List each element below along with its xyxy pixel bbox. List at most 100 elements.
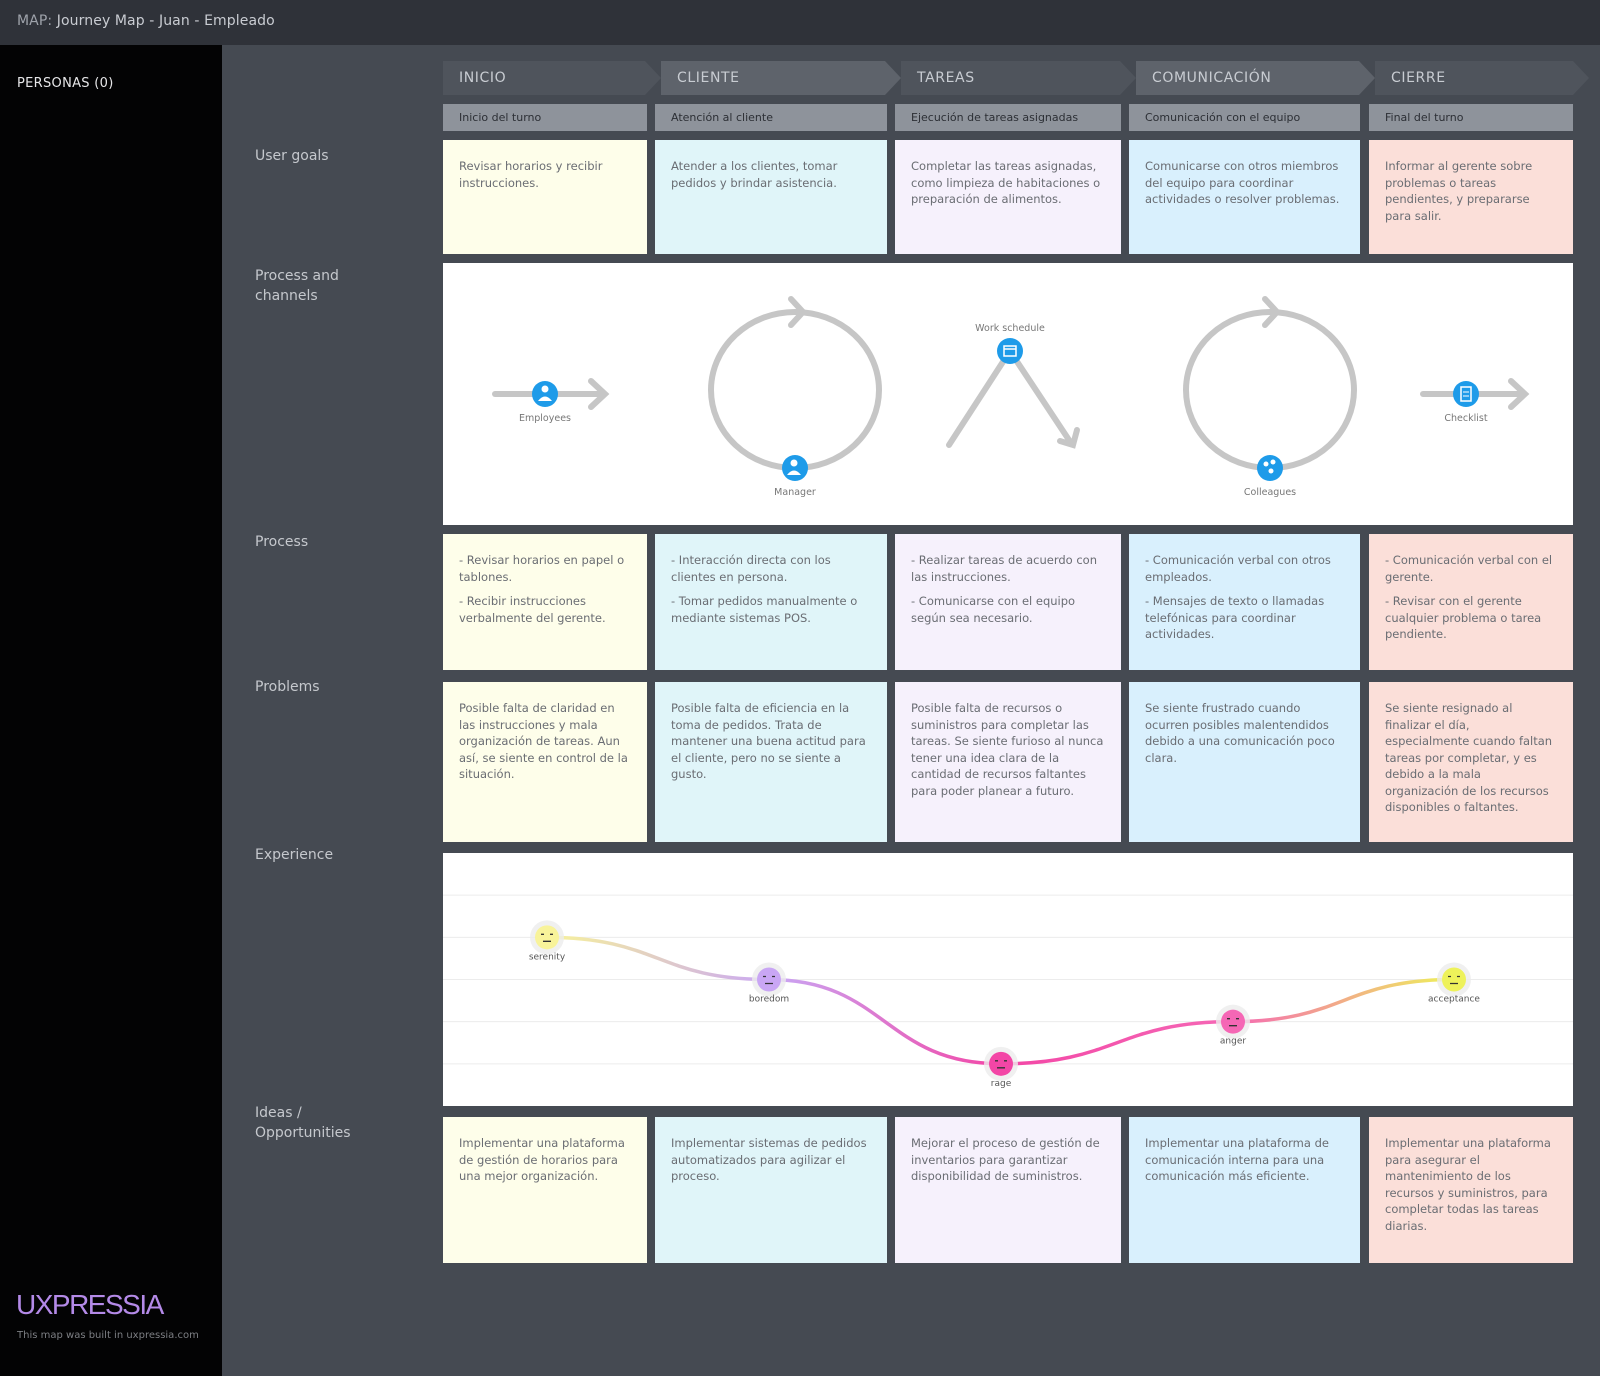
uxpressia-logo[interactable]: UXPRESSIA	[16, 1289, 164, 1321]
problem-card[interactable]: Posible falta de recursos o suministros …	[895, 682, 1121, 842]
stage-chevron	[1573, 61, 1589, 95]
row-label-line: Process and	[255, 268, 339, 284]
colleagues-icon	[1257, 455, 1283, 481]
journey-map-canvas: User goals Process and channels Process …	[222, 45, 1600, 1376]
user-goal-card[interactable]: Revisar horarios y recibir instrucciones…	[443, 140, 647, 254]
process-item: - Comunicarse con el equipo según sea ne…	[911, 594, 1076, 625]
process-item: - Interacción directa con los clientes e…	[671, 553, 831, 584]
row-label-line: channels	[255, 288, 318, 304]
acceptance-face-icon	[1442, 967, 1466, 992]
rage-face-icon	[989, 1051, 1013, 1076]
channel-path	[946, 345, 1074, 448]
calendar-icon	[997, 338, 1023, 364]
emotion-point-serenity[interactable]: serenity	[529, 920, 566, 962]
channel-node-employees[interactable]: Employees	[519, 381, 571, 424]
emotion-point-boredom[interactable]: boredom	[749, 962, 789, 1005]
channel-loop	[1183, 309, 1357, 471]
process-item: - Tomar pedidos manualmente o mediante s…	[671, 594, 858, 625]
emotion-point-rage[interactable]: rage	[984, 1046, 1018, 1089]
emotion-label: serenity	[529, 952, 566, 962]
serenity-face-icon	[535, 925, 559, 950]
channel-label: Work schedule	[975, 323, 1045, 334]
step-label[interactable]: Comunicación con el equipo	[1129, 104, 1360, 131]
stage-cliente[interactable]: CLIENTE	[661, 61, 885, 95]
step-label[interactable]: Atención al cliente	[655, 104, 887, 131]
user-goal-card[interactable]: Completar las tareas asignadas, como lim…	[895, 140, 1121, 254]
employees-icon	[532, 381, 558, 407]
stage-chevron	[1359, 61, 1375, 95]
map-title-prefix: MAP:	[17, 13, 53, 29]
channel-label: Checklist	[1444, 413, 1487, 424]
channel-node-colleagues[interactable]: Colleagues	[1244, 455, 1296, 498]
emotion-point-acceptance[interactable]: acceptance	[1428, 962, 1480, 1005]
channel-label: Employees	[519, 413, 571, 424]
experience-chart: serenity boredom rage anger acceptance	[443, 894, 1573, 1089]
process-item: - Revisar horarios en papel o tablones.	[459, 553, 625, 584]
emotion-curve	[546, 935, 1455, 1066]
map-title-text: Journey Map - Juan - Empleado	[56, 13, 275, 29]
channel-label: Colleagues	[1244, 487, 1296, 498]
stage-chevron	[885, 61, 901, 95]
process-card[interactable]: - Revisar horarios en papel o tablones. -…	[443, 534, 647, 670]
stage-tareas[interactable]: TAREAS	[901, 61, 1120, 95]
channels-diagram: Employees Manager Work schedule Colleagu…	[492, 296, 1530, 498]
row-label-process-channels: Process and channels	[255, 266, 339, 306]
process-card[interactable]: - Realizar tareas de acuerdo con las ins…	[895, 534, 1121, 670]
stage-inicio[interactable]: INICIO	[443, 61, 645, 95]
process-item: - Mensajes de texto o llamadas telefónic…	[1145, 594, 1325, 641]
problem-card[interactable]: Se siente frustrado cuando ocurren posib…	[1129, 682, 1360, 842]
experience-panel: serenity boredom rage anger acceptance	[443, 853, 1573, 1106]
idea-card[interactable]: Implementar una plataforma de gestión de…	[443, 1117, 647, 1263]
row-label-line: Ideas /	[255, 1105, 302, 1121]
emotion-point-anger[interactable]: anger	[1216, 1004, 1250, 1047]
process-item: - Revisar con el gerente cualquier probl…	[1385, 594, 1542, 641]
problem-card[interactable]: Posible falta de claridad en las instruc…	[443, 682, 647, 842]
top-bar: MAP: Journey Map - Juan - Empleado	[0, 0, 1600, 45]
problem-card[interactable]: Se siente resignado al finalizar el día,…	[1369, 682, 1573, 842]
user-goal-card[interactable]: Comunicarse con otros miembros del equip…	[1129, 140, 1360, 254]
boredom-face-icon	[757, 967, 781, 992]
channel-node-manager[interactable]: Manager	[774, 455, 816, 498]
idea-card[interactable]: Implementar sistemas de pedidos automati…	[655, 1117, 887, 1263]
process-card[interactable]: - Comunicación verbal con el gerente. - R…	[1369, 534, 1573, 670]
row-label-problems: Problems	[255, 679, 320, 695]
problem-card[interactable]: Posible falta de eficiencia en la toma d…	[655, 682, 887, 842]
step-label[interactable]: Inicio del turno	[443, 104, 647, 131]
channel-label: Manager	[774, 487, 816, 498]
emotion-label: anger	[1220, 1037, 1246, 1047]
idea-card[interactable]: Implementar una plataforma de comunicaci…	[1129, 1117, 1360, 1263]
stage-cierre[interactable]: CIERRE	[1375, 61, 1573, 95]
channel-node-work-schedule[interactable]: Work schedule	[975, 323, 1045, 364]
emotion-label: acceptance	[1428, 995, 1480, 1005]
row-label-user-goals: User goals	[255, 148, 329, 164]
user-goal-card[interactable]: Atender a los clientes, tomar pedidos y …	[655, 140, 887, 254]
anger-face-icon	[1221, 1009, 1245, 1034]
sidebar: PERSONAS (0) UXPRESSIA This map was buil…	[0, 45, 222, 1376]
emotion-label: boredom	[749, 995, 789, 1005]
row-label-experience: Experience	[255, 847, 334, 863]
map-title: MAP: Journey Map - Juan - Empleado	[17, 13, 275, 29]
process-card[interactable]: - Interacción directa con los clientes e…	[655, 534, 887, 670]
process-item: - Realizar tareas de acuerdo con las ins…	[911, 553, 1097, 584]
row-label-ideas: Ideas / Opportunities	[255, 1103, 351, 1143]
channels-panel: Employees Manager Work schedule Colleagu…	[443, 263, 1573, 525]
row-label-process: Process	[255, 534, 309, 550]
stage-chevron	[645, 61, 661, 95]
manager-icon	[782, 455, 808, 481]
channel-node-checklist[interactable]: Checklist	[1444, 381, 1488, 424]
emotion-label: rage	[991, 1079, 1012, 1089]
channel-loop	[708, 309, 882, 471]
step-label[interactable]: Ejecución de tareas asignadas	[895, 104, 1121, 131]
process-card[interactable]: - Comunicación verbal con otros empleado…	[1129, 534, 1360, 670]
stage-chevron	[1120, 61, 1136, 95]
process-item: - Recibir instrucciones verbalmente del …	[459, 594, 606, 625]
row-label-line: Opportunities	[255, 1125, 351, 1141]
idea-card[interactable]: Mejorar el proceso de gestión de inventa…	[895, 1117, 1121, 1263]
step-label[interactable]: Final del turno	[1369, 104, 1573, 131]
user-goal-card[interactable]: Informar al gerente sobre problemas o ta…	[1369, 140, 1573, 254]
built-with-text[interactable]: This map was built in uxpressia.com	[17, 1330, 199, 1341]
idea-card[interactable]: Implementar una plataforma para asegurar…	[1369, 1117, 1573, 1263]
process-item: - Comunicación verbal con otros empleado…	[1145, 553, 1331, 584]
personas-button[interactable]: PERSONAS (0)	[17, 76, 114, 91]
stage-comunicacion[interactable]: COMUNICACIÓN	[1136, 61, 1359, 95]
